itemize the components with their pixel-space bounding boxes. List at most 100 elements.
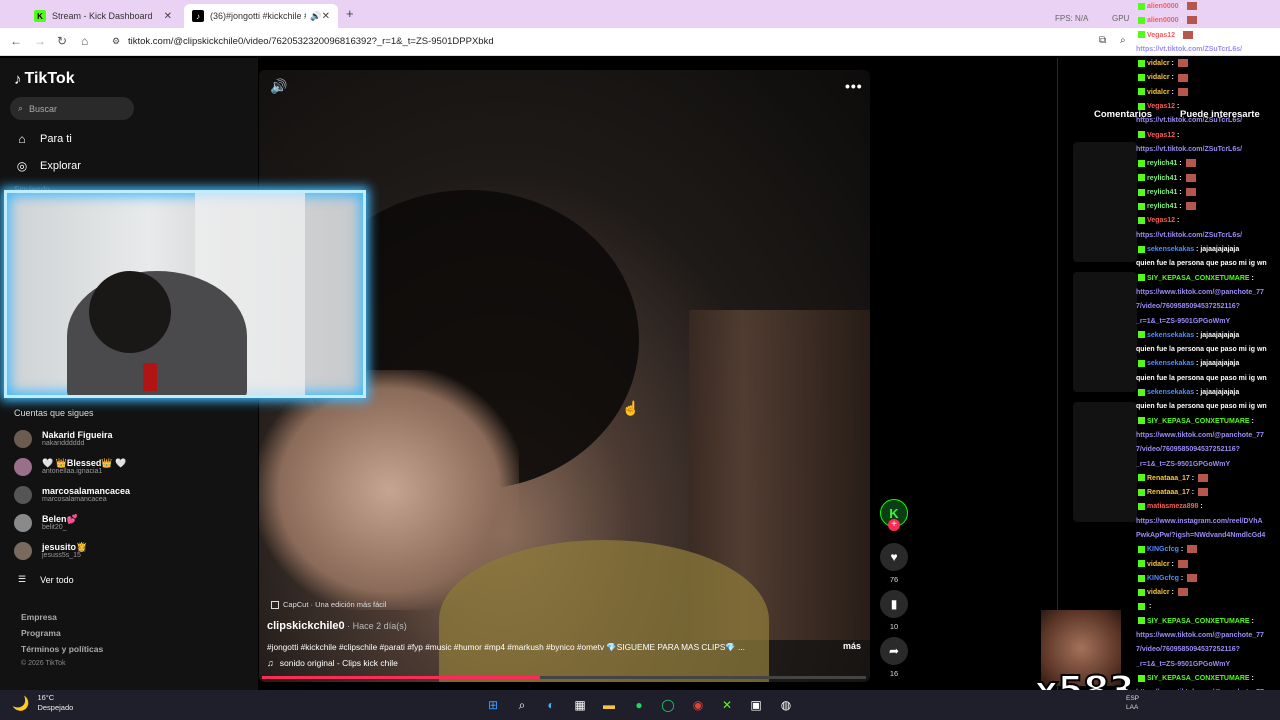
close-tab-icon[interactable]: ✕ <box>164 11 172 22</box>
tiktok-logo-icon: ♪ <box>14 70 22 88</box>
account-item[interactable]: marcosalamancacea marcosalamancacea <box>14 486 130 504</box>
home-icon[interactable]: ⌂ <box>81 34 88 48</box>
chat-username[interactable]: reylich41 <box>1147 189 1177 196</box>
chat-username[interactable]: sekensekakas <box>1147 332 1194 339</box>
chat-link[interactable]: 7/video/7609585094537252116? <box>1136 643 1280 657</box>
forward-icon[interactable]: → <box>34 34 46 48</box>
share-button[interactable]: ➦ <box>880 637 908 665</box>
chat-link[interactable]: https://www.tiktok.com/@panchote_77 <box>1136 429 1280 443</box>
chat-username[interactable]: KINGcfcg <box>1147 575 1179 582</box>
footer-link-empresa[interactable]: Empresa <box>21 612 57 622</box>
account-item[interactable]: 🤍 👑Blessed👑 🤍 antonellaa.ignacia1 <box>14 458 126 476</box>
chat-username[interactable]: SIY_KEPASA_CONXETUMARE <box>1147 675 1250 682</box>
account-item[interactable]: Belen💕 belit20_ <box>14 514 78 532</box>
nav-para-ti[interactable]: ⌂ Para ti <box>14 131 71 147</box>
chat-link[interactable]: PwkApPw/?igsh=NWdvand4NmdlcGd4 <box>1136 529 1280 543</box>
more-options-icon[interactable]: ••• <box>845 78 863 94</box>
chat-username[interactable]: SIY_KEPASA_CONXETUMARE <box>1147 275 1250 282</box>
chrome-icon[interactable]: ◉ <box>689 696 707 714</box>
chat-username[interactable]: Vegas12 <box>1147 103 1175 110</box>
see-all-button[interactable]: ☰ Ver todo <box>18 574 74 585</box>
xbox-icon[interactable]: ✕ <box>718 696 736 714</box>
start-icon[interactable]: ⊞ <box>484 696 502 714</box>
speaker-icon[interactable]: 🔊 <box>310 11 321 22</box>
url-field[interactable]: tiktok.com/@clipskickchile0/video/762053… <box>128 36 494 47</box>
chat-link[interactable]: https://vt.tiktok.com/ZSuTcrL6s/ <box>1136 229 1280 243</box>
chat-link[interactable]: _r=1&_t=ZS-9501GPGoWmY <box>1136 658 1280 672</box>
chat-username[interactable]: reylich41 <box>1147 203 1177 210</box>
close-tab-icon[interactable]: ✕ <box>322 11 330 22</box>
back-icon[interactable]: ← <box>10 34 22 48</box>
footer-link-programa[interactable]: Programa <box>21 628 61 638</box>
chat-link[interactable]: https://vt.tiktok.com/ZSuTcrL6s/ <box>1136 143 1280 157</box>
chat-username[interactable]: vidalcr <box>1147 60 1170 67</box>
weather-widget[interactable]: 🌙 16°C Despejado <box>12 693 73 713</box>
store-icon[interactable]: ▦ <box>571 696 589 714</box>
following-title: Cuentas que sigues <box>14 408 94 418</box>
compass-icon: ◎ <box>16 159 28 173</box>
chat-username[interactable]: alien0000 <box>1147 3 1179 10</box>
chat-username[interactable]: reylich41 <box>1147 175 1177 182</box>
sound-link[interactable]: ♫ sonido original - Clips kick chile <box>267 658 398 668</box>
chat-username[interactable]: sekensekakas <box>1147 246 1194 253</box>
suggested-video[interactable] <box>1073 272 1137 392</box>
chat-link[interactable]: _r=1&_t=ZS-9501GPGoWmY <box>1136 458 1280 472</box>
file-explorer-icon[interactable]: ▬ <box>600 696 618 714</box>
system-tray[interactable]: ESP LAA <box>1126 694 1139 712</box>
suggested-video[interactable] <box>1073 142 1137 262</box>
volume-icon[interactable]: 🔊 <box>270 78 287 95</box>
reload-icon[interactable]: ↻ <box>57 34 67 48</box>
chat-username[interactable]: vidalcr <box>1147 74 1170 81</box>
chat-username[interactable]: vidalcr <box>1147 89 1170 96</box>
chat-username[interactable]: SIY_KEPASA_CONXETUMARE <box>1147 618 1250 625</box>
like-button[interactable]: ♥ <box>880 543 908 571</box>
edge-icon[interactable]: ◐ <box>542 696 560 714</box>
chat-link[interactable]: https://www.tiktok.com/@panchote_77 <box>1136 629 1280 643</box>
account-item[interactable]: Nakarid Figueira nakaridddddd <box>14 430 113 448</box>
suggested-video[interactable] <box>1073 402 1137 522</box>
chat-username[interactable]: Renataaa_17 <box>1147 475 1190 482</box>
chat-link[interactable]: https://www.tiktok.com/@panchote_77 <box>1136 286 1280 300</box>
zoom-icon[interactable]: ⌕ <box>1120 35 1126 46</box>
caption-more-button[interactable]: más <box>843 641 861 651</box>
save-button[interactable]: ▮ <box>880 590 908 618</box>
chat-username[interactable]: Vegas12 <box>1147 132 1175 139</box>
obs-icon[interactable]: ◍ <box>777 696 795 714</box>
chat-link[interactable]: https://www.instagram.com/reel/DVhA <box>1136 515 1280 529</box>
screenshot-icon[interactable]: ⧉ <box>1099 35 1106 46</box>
video-author[interactable]: clipskickchile0 · Hace 2 día(s) <box>267 620 407 632</box>
chat-username[interactable]: sekensekakas <box>1147 389 1194 396</box>
site-info-icon[interactable]: ⚙ <box>112 36 120 47</box>
capcut-label[interactable]: CapCut · Una edición más fácil <box>271 600 386 609</box>
tab-kick-dashboard[interactable]: K Stream - Kick Dashboard ✕ <box>26 4 180 28</box>
chat-username[interactable]: sekensekakas <box>1147 360 1194 367</box>
chat-username[interactable]: Renataaa_17 <box>1147 489 1190 496</box>
tiktok-logo[interactable]: ♪ TikTok <box>14 70 75 88</box>
chat-username[interactable]: Vegas12 <box>1147 32 1175 39</box>
chat-username[interactable]: vidalcr <box>1147 589 1170 596</box>
chat-username[interactable]: Vegas12 <box>1147 217 1175 224</box>
chat-link[interactable]: 7/video/7609585094537252116? <box>1136 300 1280 314</box>
spotify-icon[interactable]: ● <box>630 696 648 714</box>
chat-separator: : <box>1175 131 1180 139</box>
chat-link[interactable]: https://vt.tiktok.com/ZSuTcrL6s/ <box>1136 114 1280 128</box>
app-icon[interactable]: ▣ <box>747 696 765 714</box>
chat-link[interactable]: https://vt.tiktok.com/ZSuTcrL6s/ <box>1136 43 1280 57</box>
chat-link[interactable]: _r=1&_t=ZS-9501GPGoWmY <box>1136 315 1280 329</box>
whatsapp-icon[interactable]: ◯ <box>659 696 677 714</box>
search-input[interactable]: ⌕ Buscar <box>10 97 134 120</box>
chat-username[interactable]: KINGcfcg <box>1147 546 1179 553</box>
chat-username[interactable]: matiasmeza898 <box>1147 503 1198 510</box>
chat-link[interactable]: 7/video/7609585094537252116? <box>1136 443 1280 457</box>
footer-link-terminos[interactable]: Términos y políticas <box>21 644 103 654</box>
tab-tiktok[interactable]: ♪ (36)#jongotti #kickchile #cli 🔊 ✕ <box>184 4 338 28</box>
nav-explorar[interactable]: ◎ Explorar <box>14 158 81 174</box>
search-icon[interactable]: ⌕ <box>513 696 531 714</box>
chat-username[interactable]: reylich41 <box>1147 160 1177 167</box>
new-tab-button[interactable]: + <box>346 6 354 21</box>
chat-username[interactable]: vidalcr <box>1147 561 1170 568</box>
follow-plus-icon[interactable]: + <box>888 519 900 531</box>
chat-username[interactable]: alien0000 <box>1147 17 1179 24</box>
chat-username[interactable]: SIY_KEPASA_CONXETUMARE <box>1147 418 1250 425</box>
account-item[interactable]: jesusito👸 jesuss5s_15 <box>14 542 87 560</box>
